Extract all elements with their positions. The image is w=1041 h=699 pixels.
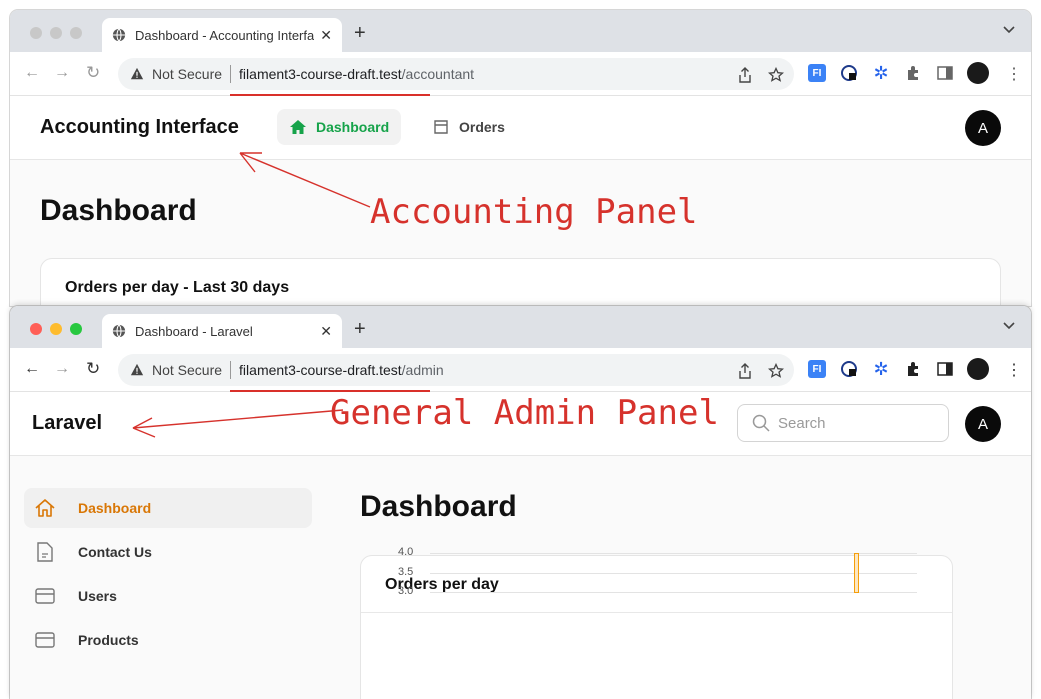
arrow-to-laravel-brand bbox=[132, 409, 344, 438]
annotation-general-admin-panel: General Admin Panel bbox=[330, 393, 719, 433]
annotation-arrows bbox=[132, 152, 371, 438]
arrow-to-accounting-brand bbox=[239, 152, 371, 208]
annotation-accounting-panel: Accounting Panel bbox=[370, 192, 698, 232]
